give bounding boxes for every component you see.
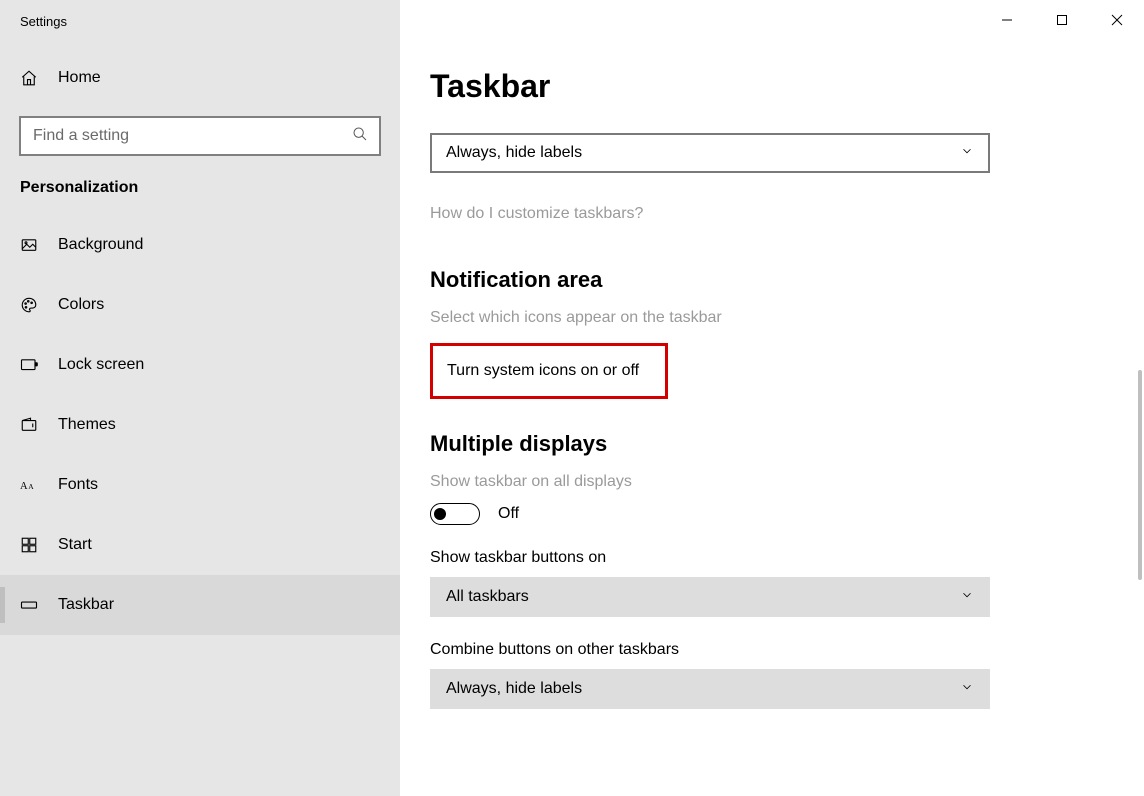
show-taskbar-all-displays-label: Show taskbar on all displays [430,473,1114,491]
fonts-icon: A A [20,476,38,494]
sidebar-item-label: Start [58,536,92,554]
main-content: Taskbar Always, hide labels How do I cus… [400,0,1144,796]
sidebar-item-taskbar[interactable]: Taskbar [0,575,400,635]
start-icon [20,536,38,554]
home-icon [20,69,38,87]
sidebar-item-themes[interactable]: Themes [0,395,400,455]
sidebar-item-colors[interactable]: Colors [0,275,400,335]
window-title: Settings [0,12,400,57]
dropdown-value: All taskbars [446,588,529,606]
help-link-customize-taskbars[interactable]: How do I customize taskbars? [430,205,1114,223]
show-buttons-on-dropdown[interactable]: All taskbars [430,577,990,617]
toggle-knob [434,508,446,520]
sidebar-item-label: Colors [58,296,104,314]
chevron-down-icon [960,144,974,163]
sidebar-item-label: Themes [58,416,116,434]
show-taskbar-all-displays-toggle[interactable] [430,503,480,525]
image-icon [20,236,38,254]
home-label: Home [58,69,101,87]
dropdown-value: Always, hide labels [446,144,582,162]
highlighted-link-box: Turn system icons on or off [430,343,668,399]
window-controls [979,0,1144,40]
minimize-button[interactable] [979,0,1034,40]
notification-area-heading: Notification area [430,267,1114,293]
palette-icon [20,296,38,314]
turn-system-icons-link[interactable]: Turn system icons on or off [447,362,639,380]
sidebar-item-label: Fonts [58,476,98,494]
themes-icon [20,416,38,434]
search-input[interactable] [20,117,380,155]
select-icons-link[interactable]: Select which icons appear on the taskbar [430,309,1114,327]
sidebar-item-label: Lock screen [58,356,144,374]
lock-screen-icon [20,356,38,374]
svg-text:A: A [20,481,28,492]
chevron-down-icon [960,588,974,607]
sidebar-item-background[interactable]: Background [0,215,400,275]
scrollbar[interactable] [1138,370,1142,580]
taskbar-icon [20,596,38,614]
svg-text:A: A [28,482,34,491]
home-nav[interactable]: Home [0,57,400,99]
toggle-state-text: Off [498,505,519,523]
page-title: Taskbar [430,68,1114,105]
show-buttons-on-label: Show taskbar buttons on [430,549,1114,567]
maximize-button[interactable] [1034,0,1089,40]
sidebar: Settings Home Personalization [0,0,400,796]
combine-buttons-other-dropdown[interactable]: Always, hide labels [430,669,990,709]
combine-buttons-dropdown-top[interactable]: Always, hide labels [430,133,990,173]
sidebar-section-label: Personalization [0,155,400,215]
sidebar-item-start[interactable]: Start [0,515,400,575]
sidebar-item-label: Taskbar [58,596,114,614]
sidebar-item-label: Background [58,236,143,254]
search-icon [352,126,368,146]
close-button[interactable] [1089,0,1144,40]
dropdown-value: Always, hide labels [446,680,582,698]
multiple-displays-heading: Multiple displays [430,431,1114,457]
sidebar-item-fonts[interactable]: A A Fonts [0,455,400,515]
combine-buttons-other-label: Combine buttons on other taskbars [430,641,1114,659]
chevron-down-icon [960,680,974,699]
sidebar-item-lock-screen[interactable]: Lock screen [0,335,400,395]
